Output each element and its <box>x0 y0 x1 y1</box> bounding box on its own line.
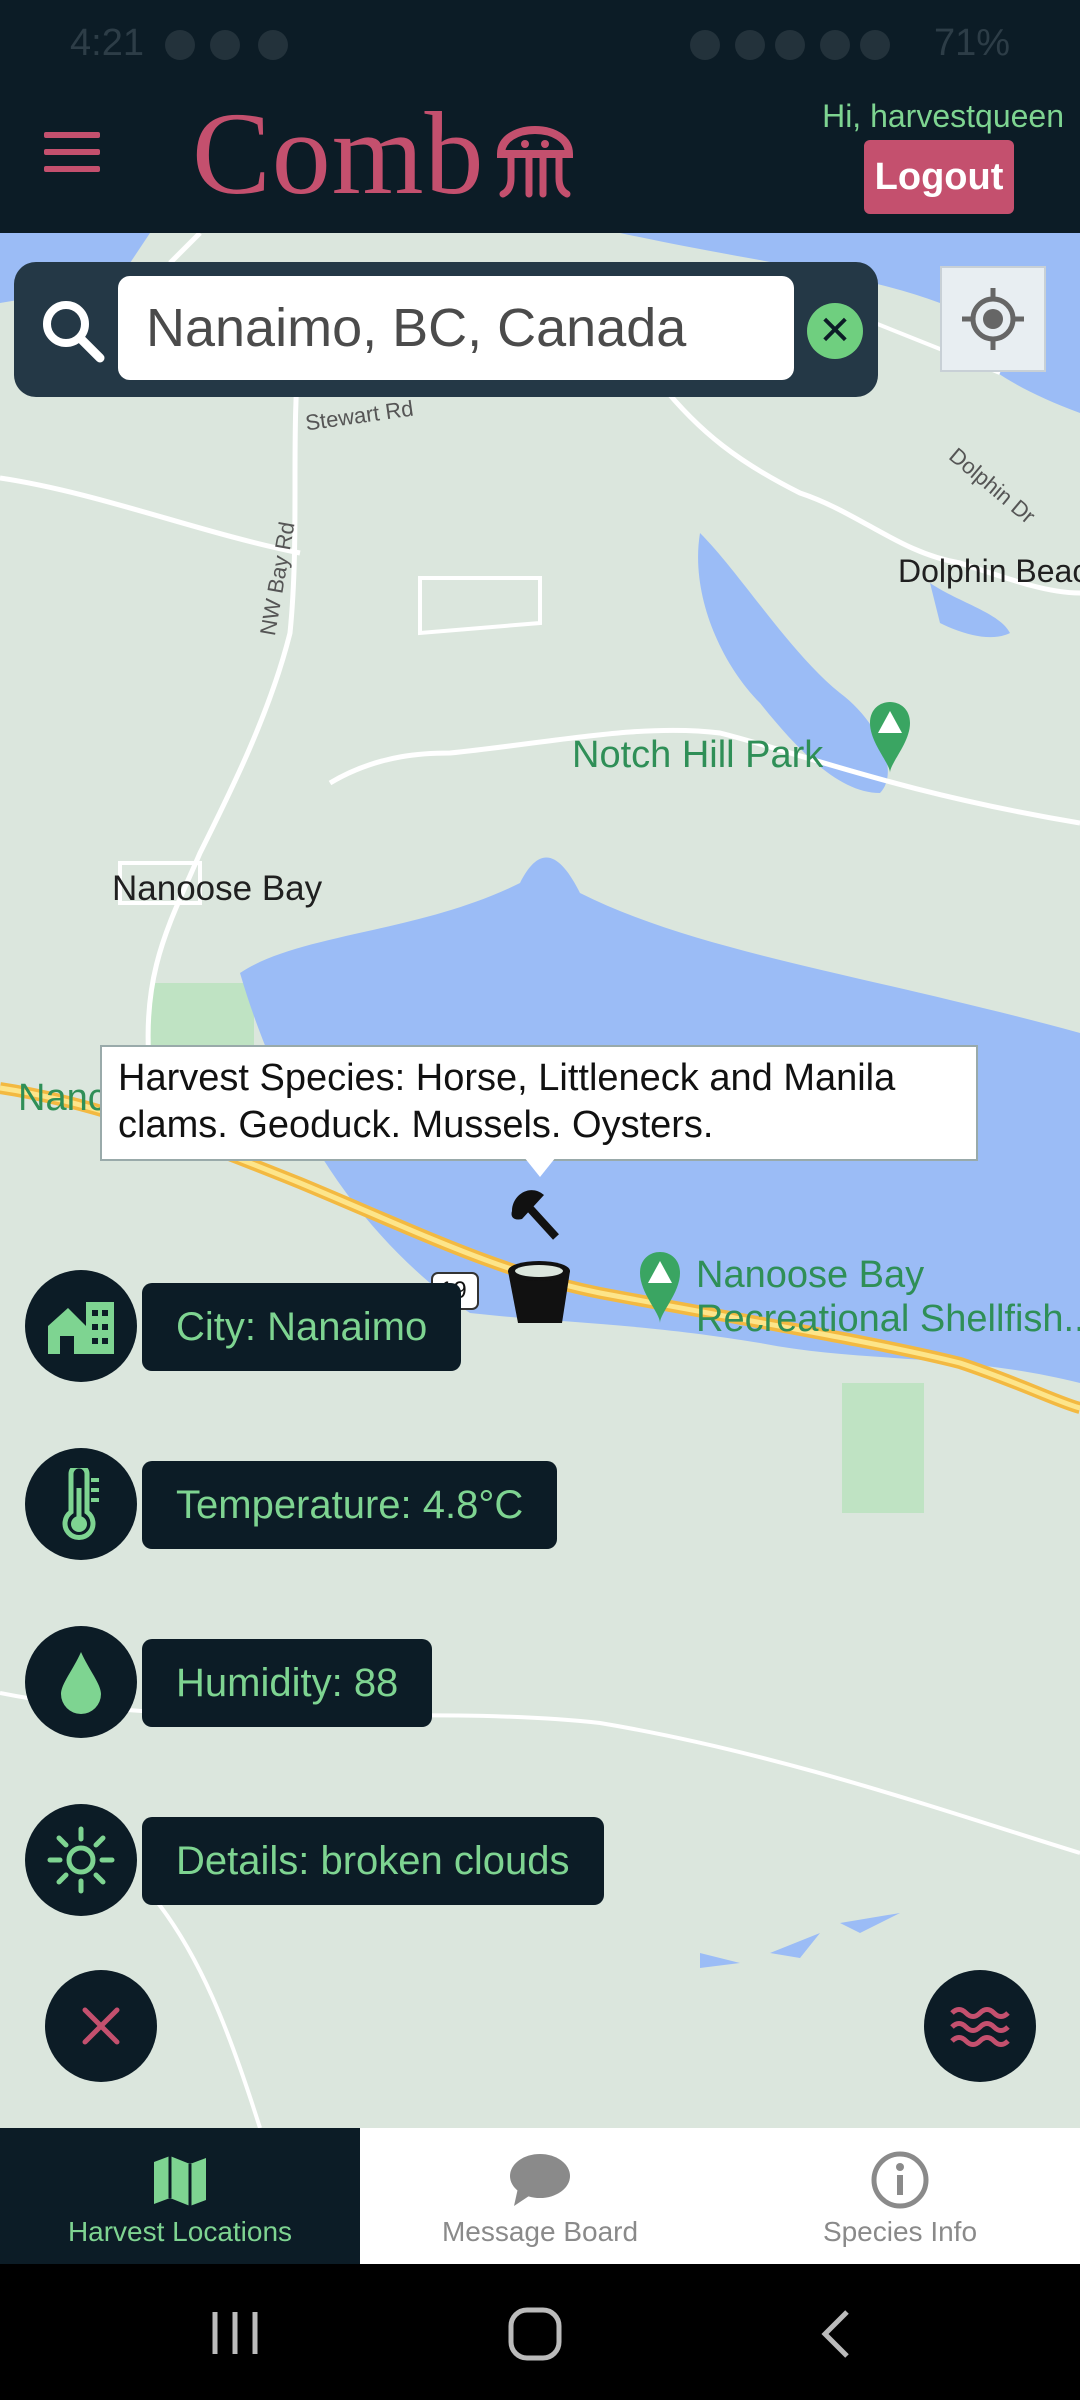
home-icon[interactable] <box>505 2304 565 2364</box>
tab-message-board[interactable]: Message Board <box>360 2128 720 2264</box>
city-info: City: Nanaimo <box>142 1283 462 1371</box>
tab-label: Message Board <box>441 2216 639 2247</box>
humidity-info: Humidity: 88 <box>142 1639 433 1727</box>
signal-icon <box>860 30 890 60</box>
tides-button[interactable] <box>924 1970 1036 2082</box>
location-icon <box>775 30 805 60</box>
map-icon <box>154 2156 206 2206</box>
back-icon[interactable] <box>815 2308 855 2360</box>
recent-apps-icon[interactable] <box>205 2308 265 2358</box>
my-location-button[interactable] <box>940 266 1046 372</box>
logout-button[interactable]: Logout <box>864 140 1014 214</box>
system-navigation-bar <box>0 2264 1080 2400</box>
user-greeting: Hi, harvestqueen <box>822 98 1064 134</box>
gallery-icon <box>165 30 195 60</box>
park-label: Recreational Shellfish... <box>696 1298 1080 1340</box>
tab-label: Harvest Locations <box>67 2216 293 2247</box>
wifi-icon <box>820 30 850 60</box>
tab-species-info[interactable]: Species Info <box>720 2128 1080 2264</box>
park-label: Notch Hill Park <box>572 734 824 776</box>
place-label: Dolphin Beac <box>898 553 1080 589</box>
clear-search-icon[interactable]: ✕ <box>807 303 863 359</box>
city-icon <box>25 1270 137 1382</box>
thermometer-icon <box>25 1448 137 1560</box>
weather-details-info: Details: broken clouds <box>142 1817 604 1905</box>
harvest-species-tooltip: Harvest Species: Horse, Littleneck and M… <box>100 1045 978 1161</box>
sun-icon <box>25 1804 137 1916</box>
humidity-drop-icon <box>25 1626 137 1738</box>
alarm-icon <box>690 30 720 60</box>
search-input[interactable] <box>118 276 794 380</box>
crosshair-icon <box>962 288 1024 350</box>
waves-icon <box>950 2007 1010 2047</box>
chat-bubble-icon <box>510 2154 570 2206</box>
mute-icon <box>735 30 765 60</box>
menu-icon[interactable] <box>44 132 100 176</box>
app-logo: Comb <box>192 88 485 219</box>
tooltip-arrow <box>524 1157 556 1177</box>
close-icon <box>82 2007 120 2045</box>
tab-label: Species Info <box>822 2216 978 2247</box>
drive-icon <box>258 30 288 60</box>
place-label: Nanoose Bay <box>112 869 323 908</box>
info-icon <box>871 2151 929 2209</box>
close-info-button[interactable] <box>45 1970 157 2082</box>
battery-level: 71% <box>933 22 1010 64</box>
temperature-info: Temperature: 4.8°C <box>142 1461 558 1549</box>
place-label: Nanc <box>18 1077 107 1119</box>
park-label: Nanoose Bay <box>696 1254 925 1296</box>
status-bar <box>0 0 1080 88</box>
app-icon <box>210 30 240 60</box>
tab-harvest-locations[interactable]: Harvest Locations <box>0 2128 360 2264</box>
status-time: 4:21 <box>70 22 144 64</box>
search-icon[interactable] <box>38 296 108 366</box>
jellyfish-logo-icon <box>496 126 574 198</box>
